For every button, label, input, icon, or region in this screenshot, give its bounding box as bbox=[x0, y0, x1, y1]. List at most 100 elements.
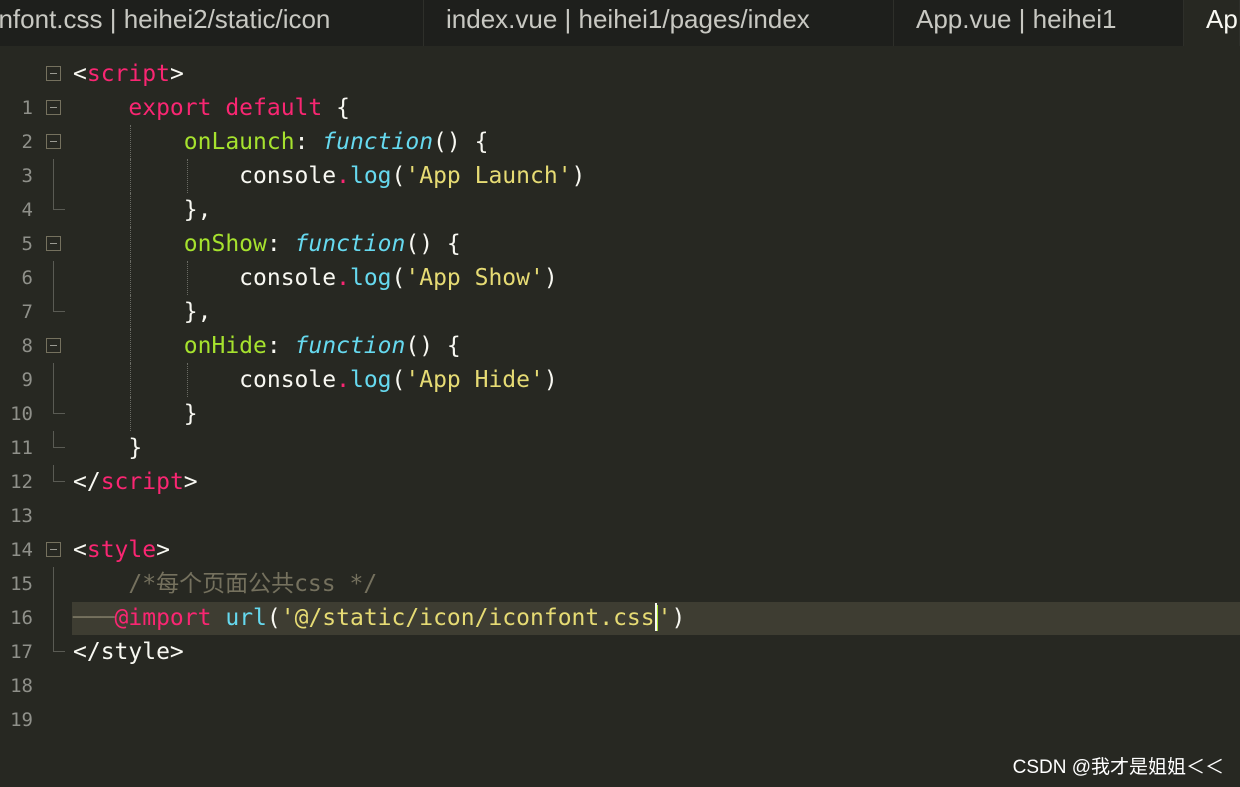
tag-bracket: > bbox=[169, 61, 184, 87]
tab-app-vue[interactable]: App.vue | heihei1 bbox=[894, 0, 1184, 46]
url-function: url bbox=[225, 605, 267, 631]
code-line: 3 onLaunch: function() { bbox=[0, 125, 1240, 187]
code-line: 15 <style> bbox=[0, 533, 1240, 595]
fold-toggle-icon[interactable] bbox=[46, 134, 61, 149]
tag-bracket: </ bbox=[73, 469, 101, 495]
fold-line bbox=[53, 601, 54, 635]
code-line: 5 }, bbox=[0, 193, 1240, 255]
fold-end-marker bbox=[53, 465, 65, 482]
fold-line bbox=[53, 567, 54, 601]
code-line-current: 17 ───@import url('@/static/icon/iconfon… bbox=[0, 601, 1240, 663]
string: 'App Hide' bbox=[405, 367, 544, 393]
params: () { bbox=[405, 333, 461, 359]
tag-bracket: > bbox=[183, 469, 198, 495]
tab-label: onfont.css | heihei2/static/icon bbox=[0, 4, 331, 34]
keyword: export default bbox=[128, 95, 323, 121]
comment: /*每个页面公共css */ bbox=[128, 571, 378, 597]
code-line: 2 export default { bbox=[0, 91, 1240, 153]
fold-toggle-icon[interactable] bbox=[46, 542, 61, 557]
paren: ) bbox=[671, 605, 686, 631]
code-line: 19 bbox=[0, 669, 1240, 731]
brace: } bbox=[128, 435, 143, 461]
code-line: 11 } bbox=[0, 397, 1240, 459]
fold-toggle-icon[interactable] bbox=[46, 66, 61, 81]
colon: : bbox=[266, 333, 295, 359]
dot: . bbox=[336, 163, 350, 189]
code-line: 6 onShow: function() { bbox=[0, 227, 1240, 289]
tag-bracket: > bbox=[156, 537, 170, 563]
fold-end-marker bbox=[53, 431, 65, 448]
colon: : bbox=[294, 129, 323, 155]
object: console bbox=[239, 163, 337, 189]
paren: ) bbox=[571, 163, 586, 189]
paren: ( bbox=[391, 163, 406, 189]
fold-toggle-icon[interactable] bbox=[46, 338, 61, 353]
code-line: 4 console.log('App Launch') bbox=[0, 159, 1240, 221]
fold-end-marker bbox=[53, 295, 65, 312]
fold-line bbox=[53, 261, 54, 295]
dot: . bbox=[336, 367, 350, 393]
tab-label: index.vue | heihei1/pages/index bbox=[446, 4, 810, 34]
object: console bbox=[239, 367, 337, 393]
code-line: 13 </script> bbox=[0, 465, 1240, 527]
fold-line bbox=[53, 159, 54, 193]
paren: ( bbox=[391, 367, 406, 393]
dot: . bbox=[336, 265, 350, 291]
code-line: 9 onHide: function() { bbox=[0, 329, 1240, 391]
function-keyword: function bbox=[294, 231, 406, 257]
method-call: log bbox=[349, 163, 392, 189]
method-call: log bbox=[349, 265, 392, 291]
tab-index-vue[interactable]: index.vue | heihei1/pages/index bbox=[424, 0, 894, 46]
brace: }, bbox=[183, 299, 212, 325]
method-name: onShow bbox=[183, 231, 267, 257]
fold-end-marker bbox=[53, 193, 65, 210]
string-quote: ' bbox=[656, 605, 672, 631]
string: '@/static/icon/iconfont.css bbox=[280, 605, 655, 631]
watermark: CSDN @我才是姐姐＜＜ bbox=[1012, 757, 1224, 778]
paren: ( bbox=[391, 265, 406, 291]
tab-whitespace-marker: ─── bbox=[73, 605, 115, 631]
fold-end-marker bbox=[53, 397, 65, 414]
string: 'App Launch' bbox=[405, 163, 572, 189]
tab-bar: onfont.css | heihei2/static/icon index.v… bbox=[0, 0, 1240, 46]
function-keyword: function bbox=[322, 129, 434, 155]
brace: { bbox=[322, 95, 350, 121]
string: 'App Show' bbox=[405, 265, 544, 291]
code-line: 12 } bbox=[0, 431, 1240, 493]
tag-bracket: < bbox=[73, 537, 87, 563]
code-line: 18 </style> bbox=[0, 635, 1240, 697]
tab-label: Ap bbox=[1206, 4, 1238, 34]
paren: ) bbox=[543, 367, 558, 393]
paren: ) bbox=[543, 265, 558, 291]
params: () { bbox=[405, 231, 461, 257]
fold-toggle-icon[interactable] bbox=[46, 100, 61, 115]
tag-bracket: < bbox=[73, 61, 87, 87]
code-line: 7 console.log('App Show') bbox=[0, 261, 1240, 323]
tab-iconfont-css[interactable]: onfont.css | heihei2/static/icon bbox=[0, 0, 424, 46]
brace: }, bbox=[183, 197, 212, 223]
tab-label: App.vue | heihei1 bbox=[916, 4, 1117, 34]
method-name: onHide bbox=[183, 333, 267, 359]
code-line: 8 }, bbox=[0, 295, 1240, 357]
at-rule: @import bbox=[114, 605, 212, 631]
method-call: log bbox=[349, 367, 392, 393]
tag-name: style bbox=[86, 537, 157, 563]
code-line: 16 /*每个页面公共css */ bbox=[0, 567, 1240, 629]
code-line: 14 bbox=[0, 499, 1240, 561]
code-line: 10 console.log('App Hide') bbox=[0, 363, 1240, 425]
colon: : bbox=[266, 231, 295, 257]
fold-toggle-icon[interactable] bbox=[46, 236, 61, 251]
line-number: 19 bbox=[10, 709, 33, 731]
tag-name: script bbox=[100, 469, 184, 495]
params: () { bbox=[433, 129, 489, 155]
code-editor[interactable]: 1 <script> 2 export default { 3 onLaunch… bbox=[0, 57, 1240, 731]
tab-active-app[interactable]: Ap bbox=[1184, 0, 1240, 46]
brace: } bbox=[183, 401, 198, 427]
fold-line bbox=[53, 363, 54, 397]
paren: ( bbox=[266, 605, 281, 631]
function-keyword: function bbox=[294, 333, 406, 359]
fold-end-marker bbox=[53, 635, 65, 652]
object: console bbox=[239, 265, 337, 291]
method-name: onLaunch bbox=[183, 129, 295, 155]
closing-tag: </style> bbox=[73, 639, 184, 665]
